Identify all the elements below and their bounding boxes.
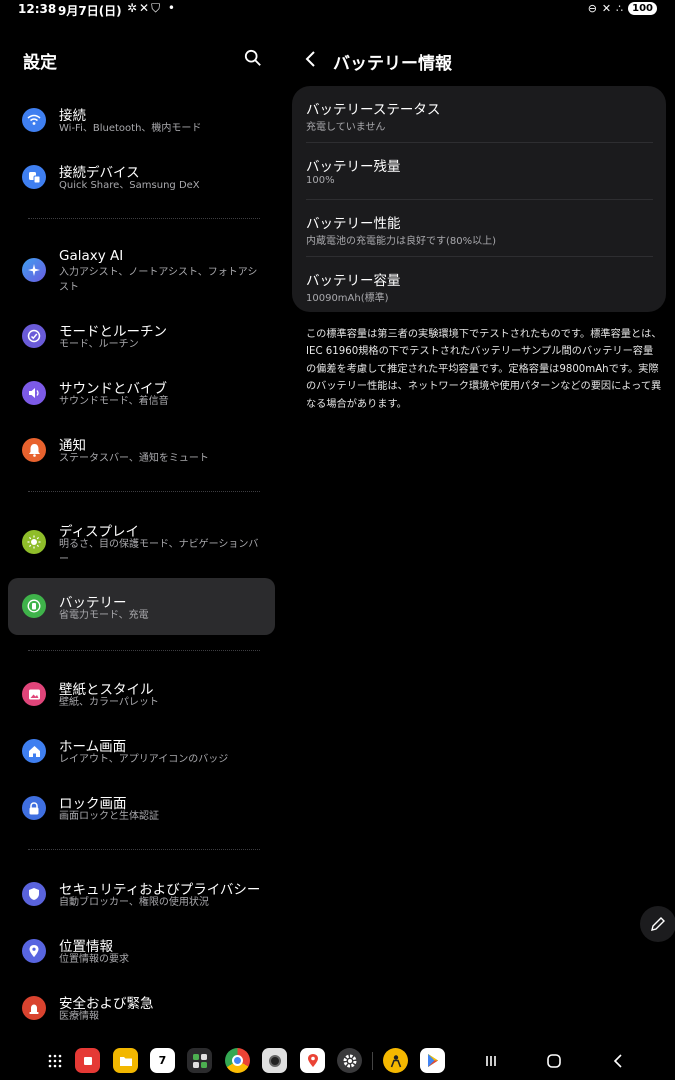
menu-item-subtitle: Quick Share、Samsung DeX [59,180,200,191]
do-not-disturb-icon: ⊖ [587,2,597,15]
status-indicators: ⊖ ✕ ∴ 100 [588,2,657,15]
emergency-icon [22,996,46,1020]
maps-icon[interactable] [300,1048,325,1073]
menu-item-battery[interactable]: バッテリー 省電力モード、充電 [8,578,275,635]
menu-item-sound[interactable]: サウンドとバイブ サウンドモード、着信音 [8,373,275,415]
location-icon [22,939,46,963]
mute-icon: ✕ [601,2,612,15]
calendar-icon[interactable]: 7 [150,1048,175,1073]
wifi-icon [22,108,46,132]
row-value: 10090mAh(標準) [306,293,389,304]
bell-icon [22,438,46,462]
menu-item-subtitle: 省電力モード、充電 [59,610,149,621]
camera-icon[interactable] [262,1048,287,1073]
menu-item-home-screen[interactable]: ホーム画面 レイアウト、アプリアイコンのバッジ [8,731,275,773]
menu-item-title: Galaxy AI [59,248,124,264]
menu-item-wallpaper[interactable]: 壁紙とスタイル 壁紙、カラーパレット [8,674,275,716]
menu-item-subtitle: 自動ブロッカー、権限の使用状況 [59,897,209,908]
row-title: バッテリー残量 [306,159,401,175]
row-title: バッテリーステータス [306,102,441,118]
menu-item-display[interactable]: ディスプレイ 明るさ、目の保護モード、ナビゲーションバー [8,516,275,568]
row-value: 充電していません [306,122,386,133]
divider [28,218,260,219]
taskbar-divider [372,1052,373,1070]
kakao-icon[interactable] [383,1048,408,1073]
menu-item-subtitle: レイアウト、アプリアイコンのバッジ [59,754,229,765]
status-time: 12:38 [18,2,57,16]
back-button[interactable] [303,50,321,70]
divider [28,650,260,651]
chrome-icon[interactable] [225,1048,250,1073]
lock-icon [22,796,46,820]
shield-icon [22,882,46,906]
back-key-icon [613,1054,622,1068]
divider [28,849,260,850]
home-button[interactable] [542,1049,566,1073]
battery-icon [22,594,46,618]
recent-apps-button[interactable] [479,1049,503,1073]
devices-icon [22,165,46,189]
sound-icon [22,381,46,405]
row-battery-capacity[interactable]: バッテリー容量 10090mAh(標準) [306,257,653,314]
menu-item-subtitle: 位置情報の要求 [59,954,129,965]
row-title: バッテリー性能 [306,216,401,232]
menu-item-subtitle: 入力アシスト、ノートアシスト、フォトアシスト [59,267,258,293]
menu-item-connections[interactable]: 接続 Wi-Fi、Bluetooth、機内モード [8,100,275,142]
taskbar: 7 [0,1040,675,1080]
settings-title: 設定 [23,53,57,73]
search-button[interactable] [244,49,264,69]
search-icon [244,49,261,66]
nav-back-button[interactable] [606,1049,630,1073]
chevron-left-icon [305,51,315,67]
menu-item-subtitle: ステータスバー、通知をミュート [59,453,209,464]
menu-item-notifications[interactable]: 通知 ステータスバー、通知をミュート [8,430,275,472]
recent-apps-icon [486,1056,496,1066]
menu-item-modes-routines[interactable]: モードとルーチン モード、ルーチン [8,316,275,358]
row-battery-level[interactable]: バッテリー残量 100% [306,143,653,200]
notification-icons: ✲✕⛉ • [127,1,178,15]
row-value: 100% [306,175,335,186]
row-battery-status[interactable]: バッテリーステータス 充電していません [306,86,653,143]
row-title: バッテリー容量 [306,273,401,289]
my-files-icon[interactable] [113,1048,138,1073]
page-title: バッテリー情報 [333,54,452,74]
app-drawer-icon[interactable] [42,1048,67,1073]
menu-item-subtitle: Wi-Fi、Bluetooth、機内モード [59,123,202,134]
menu-item-subtitle: 明るさ、目の保護モード、ナビゲーションバー [59,539,259,565]
row-value: 内蔵電池の充電能力は良好です(80%以上) [306,236,497,247]
notes-app-icon[interactable] [75,1048,100,1073]
routine-icon [22,324,46,348]
sparkle-icon [22,258,46,282]
menu-item-location[interactable]: 位置情報 位置情報の要求 [8,931,275,973]
settings-icon[interactable] [337,1048,362,1073]
status-bar: 12:38 9月7日(日) ✲✕⛉ • ⊖ ✕ ∴ 100 [0,0,675,20]
capacity-note: この標準容量は第三者の実験環境下でテストされたものです。標準容量とは、IEC 6… [306,329,662,410]
home-icon [22,739,46,763]
menu-item-subtitle: サウンドモード、着信音 [59,396,169,407]
home-key-icon [547,1054,561,1068]
calendar-day: 7 [158,1054,167,1067]
row-battery-health[interactable]: バッテリー性能 内蔵電池の充電能力は良好です(80%以上) [306,200,653,257]
menu-item-security[interactable]: セキュリティおよびプライバシー 自動ブロッカー、権限の使用状況 [8,874,275,916]
menu-item-connected-devices[interactable]: 接続デバイス Quick Share、Samsung DeX [8,157,275,199]
signal-icon: ∴ [616,2,624,15]
menu-item-subtitle: 画面ロックと生体認証 [59,811,159,822]
menu-item-subtitle: 壁紙、カラーパレット [59,697,159,708]
edit-button[interactable] [640,906,675,942]
menu-item-subtitle: モード、ルーチン [59,339,139,350]
apps-folder-icon[interactable] [187,1048,212,1073]
divider [28,491,260,492]
battery-info-card: バッテリーステータス 充電していません バッテリー残量 100% バッテリー性能… [292,86,666,312]
menu-item-safety-emergency[interactable]: 安全および緊急 医療情報 [8,988,275,1030]
sun-icon [22,530,46,554]
pencil-icon [651,917,665,931]
menu-item-lock-screen[interactable]: ロック画面 画面ロックと生体認証 [8,788,275,830]
battery-level: 100 [628,2,657,15]
status-date: 9月7日(日) [58,4,122,18]
play-store-icon[interactable] [420,1048,445,1073]
wallpaper-icon [22,682,46,706]
menu-item-galaxy-ai[interactable]: Galaxy AI 入力アシスト、ノートアシスト、フォトアシスト [8,244,275,296]
menu-item-subtitle: 医療情報 [59,1011,99,1022]
